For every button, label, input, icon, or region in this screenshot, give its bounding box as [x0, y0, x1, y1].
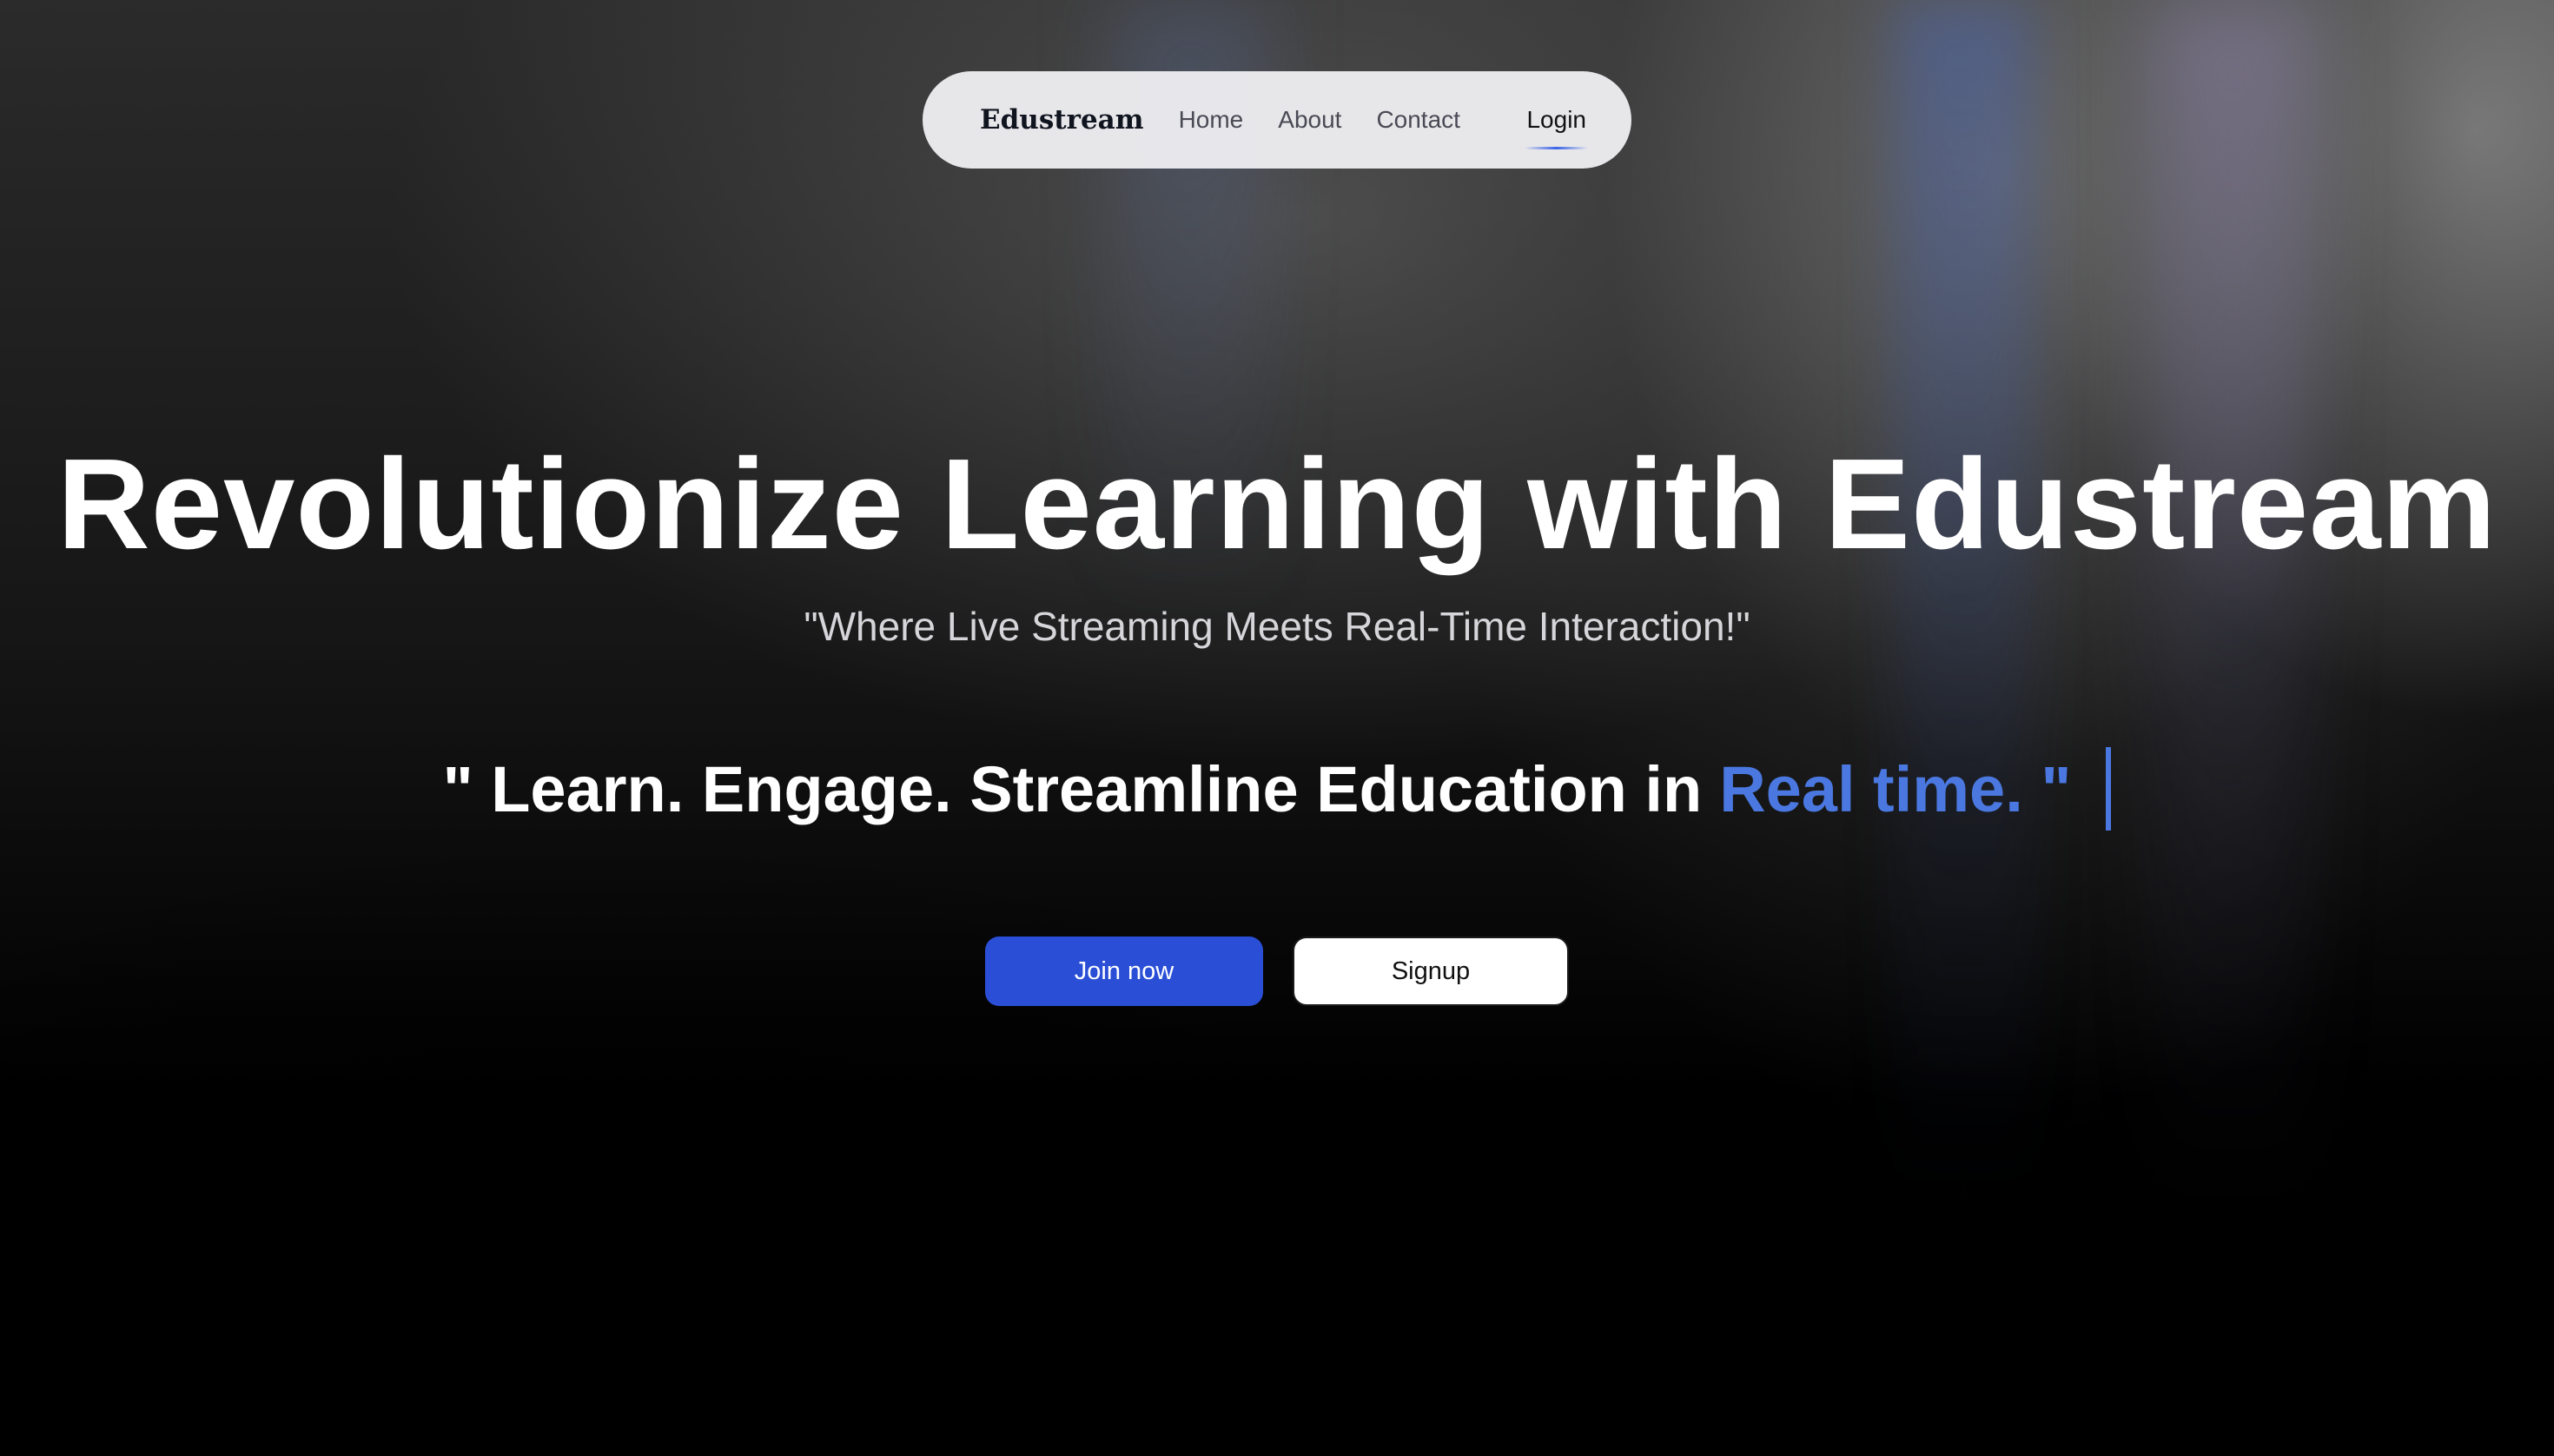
typing-cursor: [2106, 747, 2112, 831]
login-underline: [1525, 147, 1588, 149]
hero-title: Revolutionize Learning with Edustream: [56, 433, 2498, 576]
hero-subtitle: "Where Live Streaming Meets Real-Time In…: [804, 604, 1750, 649]
login-label: Login: [1526, 106, 1586, 133]
join-now-button[interactable]: Join now: [985, 936, 1263, 1006]
signup-button[interactable]: Signup: [1293, 936, 1569, 1006]
tagline-accent: Real time. ": [1719, 752, 2072, 825]
brand-logo[interactable]: Edustream: [980, 104, 1144, 136]
tagline-main: " Learn. Engage. Streamline Education in: [442, 752, 1703, 825]
tagline: " Learn. Engage. Streamline Education in…: [0, 747, 2554, 831]
nav-link-about[interactable]: About: [1278, 106, 1341, 134]
hero-actions: Join now Signup: [985, 936, 1569, 1006]
background-vignette: [0, 0, 2554, 1456]
landing-page: Edustream Home About Contact Login Revol…: [0, 0, 2554, 1456]
login-link[interactable]: Login: [1525, 106, 1588, 149]
nav-link-contact[interactable]: Contact: [1376, 106, 1460, 134]
navbar: Edustream Home About Contact Login: [923, 71, 1631, 169]
nav-link-home[interactable]: Home: [1179, 106, 1244, 134]
